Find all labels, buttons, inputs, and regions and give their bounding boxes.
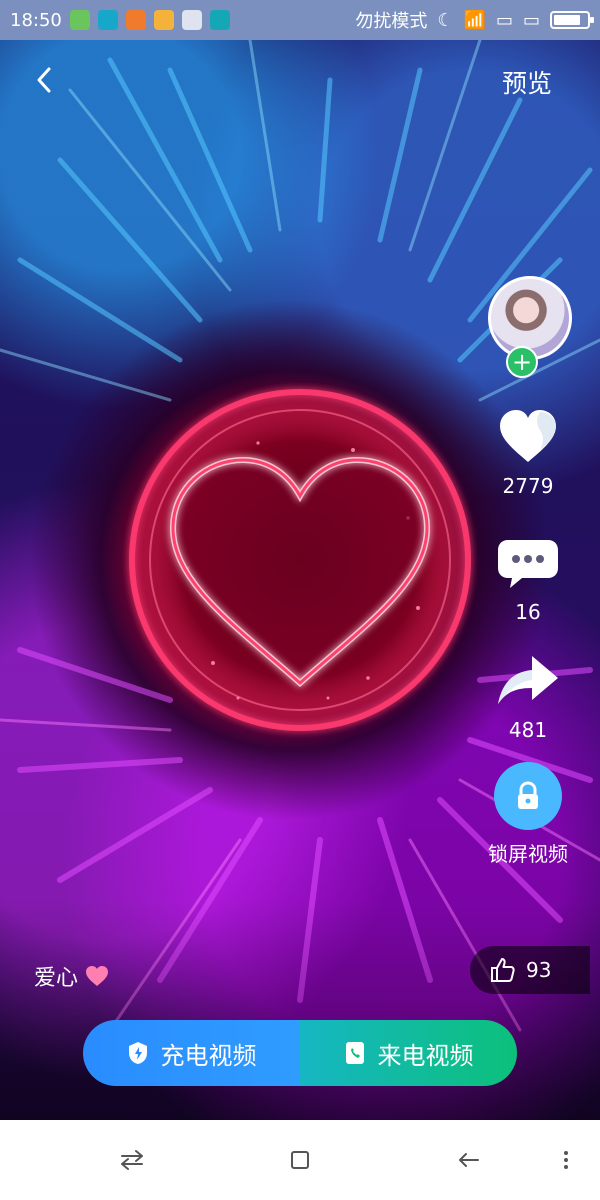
square-icon xyxy=(291,1151,309,1169)
video-title-text: 爱心 xyxy=(34,966,79,991)
system-nav-bar xyxy=(0,1120,600,1200)
like-count: 2779 xyxy=(502,474,554,498)
follow-plus-button[interactable]: + xyxy=(506,346,538,378)
heart-icon xyxy=(500,410,556,462)
charge-video-button[interactable]: 充电视频 xyxy=(83,1020,300,1086)
glowing-heart-graphic xyxy=(129,389,471,731)
share-arrow-icon xyxy=(498,656,558,704)
charge-video-label: 充电视频 xyxy=(160,1041,257,1070)
cta-bar: 充电视频 来电视频 xyxy=(83,1020,517,1086)
nav-back-button[interactable] xyxy=(450,1142,486,1178)
video-bottom-shade xyxy=(0,900,600,1120)
likes-pill[interactable]: 93 xyxy=(470,946,590,994)
brush-icon xyxy=(181,10,202,30)
status-bar: 18:50 勿扰模式 ☾ 📶 ▭ ▭ xyxy=(0,0,600,40)
preview-button[interactable]: 预览 xyxy=(502,64,552,100)
call-video-label: 来电视频 xyxy=(377,1041,474,1070)
thumbs-up-icon xyxy=(491,958,515,982)
lock-screen-video-action[interactable]: 锁屏视频 xyxy=(478,762,578,867)
signal-icon-2: ▭ xyxy=(522,9,540,31)
phone-card-icon xyxy=(345,1042,364,1064)
video-title: 爱心 xyxy=(34,960,110,992)
screen: 18:50 勿扰模式 ☾ 📶 ▭ ▭ 预览 + 2779 16 481 锁屏视频… xyxy=(0,0,600,1200)
warning-icon xyxy=(125,10,146,30)
status-left: 18:50 xyxy=(10,10,230,31)
nav-menu-button[interactable] xyxy=(114,1142,150,1178)
status-right: 勿扰模式 ☾ 📶 ▭ ▭ xyxy=(355,7,594,33)
chevron-left-icon xyxy=(37,67,51,93)
signal-icon: ▭ xyxy=(495,9,513,31)
comment-action[interactable]: 16 xyxy=(478,532,578,624)
moon-icon: ☾ xyxy=(437,9,454,31)
nav-home-button[interactable] xyxy=(282,1142,318,1178)
like-action[interactable]: 2779 xyxy=(478,406,578,498)
comment-count: 16 xyxy=(515,600,541,624)
swap-arrows-icon xyxy=(121,1150,143,1170)
lock-icon xyxy=(518,781,538,809)
shield-icon xyxy=(128,1042,147,1064)
app-notification-icon xyxy=(97,10,118,30)
chat-bubble-icon xyxy=(498,540,558,588)
share-action[interactable]: 481 xyxy=(478,650,578,742)
battery-fill xyxy=(554,15,580,25)
lock-screen-button[interactable] xyxy=(494,762,562,830)
more-icon xyxy=(564,1151,568,1169)
share-count: 481 xyxy=(508,718,548,742)
folder-icon xyxy=(153,10,174,30)
pink-heart-icon xyxy=(86,966,109,986)
likes-pill-count: 93 xyxy=(526,958,552,982)
nav-more-button[interactable] xyxy=(548,1142,584,1178)
battery-icon xyxy=(550,11,594,29)
usb-icon xyxy=(209,10,230,30)
status-time: 18:50 xyxy=(10,9,62,31)
lock-screen-label: 锁屏视频 xyxy=(488,842,568,866)
call-video-button[interactable]: 来电视频 xyxy=(300,1020,517,1086)
wifi-icon: 📶 xyxy=(463,9,486,31)
dnd-label: 勿扰模式 xyxy=(355,11,428,32)
back-arrow-icon xyxy=(459,1153,479,1167)
android-notification-icon xyxy=(69,10,90,30)
back-button[interactable] xyxy=(24,60,64,100)
